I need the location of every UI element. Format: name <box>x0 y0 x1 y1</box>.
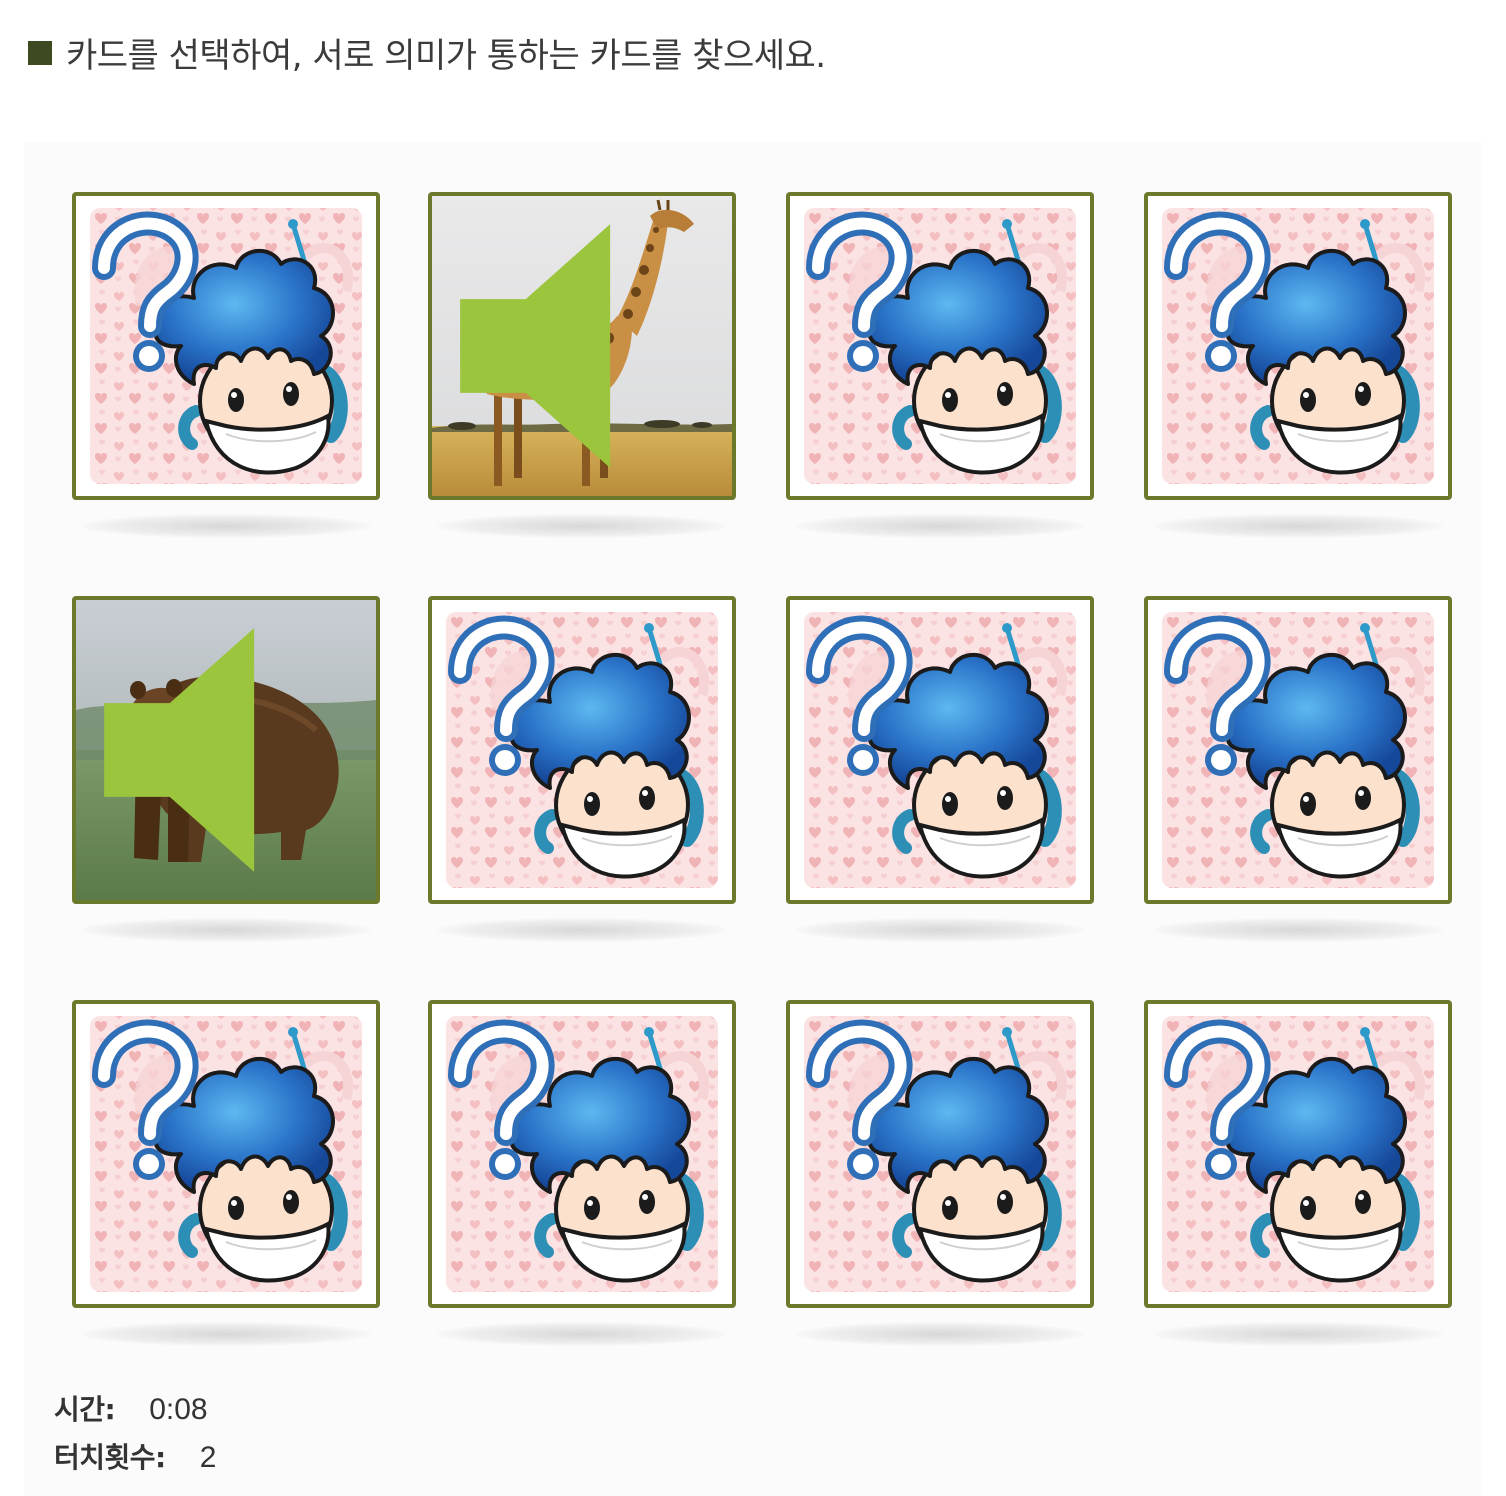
time-value: 0:08 <box>149 1393 208 1426</box>
card-shadow <box>1153 918 1443 942</box>
card[interactable] <box>786 192 1094 500</box>
card[interactable] <box>72 1000 380 1308</box>
touch-count-stat: 터치횟수: 2 <box>54 1436 216 1484</box>
speaker-icon[interactable] <box>76 600 376 900</box>
card-bear[interactable] <box>72 596 380 904</box>
card[interactable] <box>786 596 1094 904</box>
card-shadow <box>81 514 371 538</box>
card-back-icon <box>432 1004 732 1304</box>
square-bullet-icon <box>28 40 52 65</box>
card-back-icon <box>1148 196 1448 496</box>
card-shadow <box>1153 514 1443 538</box>
card-back-icon <box>1148 1004 1448 1304</box>
card[interactable] <box>1144 596 1452 904</box>
card-shadow <box>437 918 727 942</box>
card-back-icon <box>790 600 1090 900</box>
card-shadow <box>81 918 371 942</box>
card-back-icon <box>790 1004 1090 1304</box>
card[interactable] <box>1144 192 1452 500</box>
card-back-icon <box>76 1004 376 1304</box>
card-giraffe[interactable] <box>428 192 736 500</box>
time-stat: 시간: 0:08 <box>54 1388 216 1436</box>
card-shadow <box>81 1322 371 1346</box>
instruction: 카드를 선택하여, 서로 의미가 통하는 카드를 찾으세요. <box>28 28 826 77</box>
card-shadow <box>795 514 1085 538</box>
card[interactable] <box>1144 1000 1452 1308</box>
card[interactable] <box>72 192 380 500</box>
touch-count-label: 터치횟수: <box>54 1441 166 1474</box>
card-shadow <box>795 1322 1085 1346</box>
instruction-text: 카드를 선택하여, 서로 의미가 통하는 카드를 찾으세요. <box>66 36 826 76</box>
touch-count-value: 2 <box>199 1441 217 1474</box>
card-board <box>24 142 1482 1496</box>
time-label: 시간: <box>54 1393 116 1426</box>
card-back-icon <box>76 196 376 496</box>
stats-panel: 시간: 0:08 터치횟수: 2 <box>54 1388 216 1484</box>
card[interactable] <box>786 1000 1094 1308</box>
card-shadow <box>437 1322 727 1346</box>
card-back-icon <box>790 196 1090 496</box>
card-back-icon <box>432 600 732 900</box>
card-shadow <box>437 514 727 538</box>
card-shadow <box>1153 1322 1443 1346</box>
card-shadow <box>795 918 1085 942</box>
card[interactable] <box>428 1000 736 1308</box>
speaker-icon[interactable] <box>432 196 732 496</box>
card[interactable] <box>428 596 736 904</box>
card-back-icon <box>1148 600 1448 900</box>
